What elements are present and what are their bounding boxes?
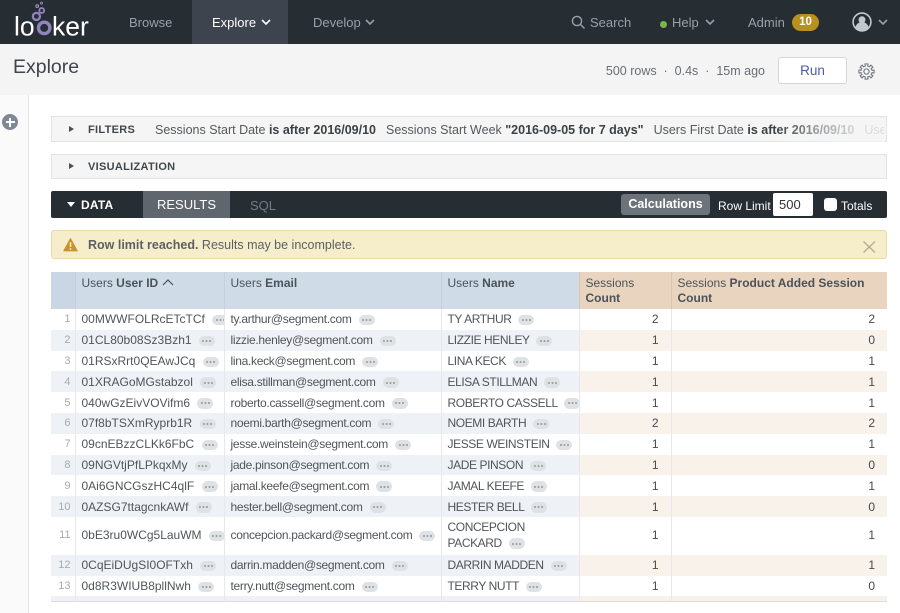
svg-text:lo: lo [14, 12, 35, 42]
svg-text:ker: ker [52, 12, 89, 42]
